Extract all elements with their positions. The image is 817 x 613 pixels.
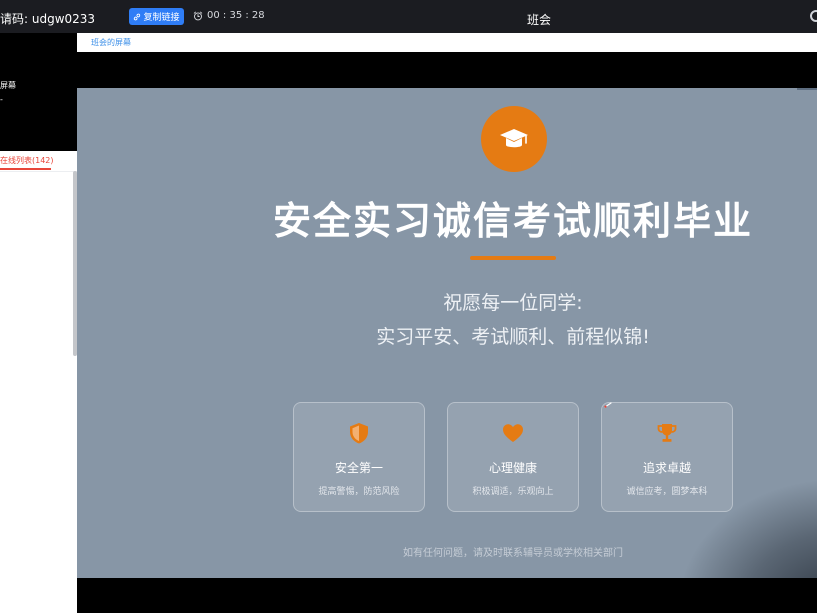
headline-underline: [470, 256, 556, 260]
graduation-cap-icon: [500, 129, 528, 148]
sidebar-dash: -: [0, 95, 3, 104]
shield-icon: [350, 423, 368, 444]
card-subtitle: 积极调适，乐观向上: [472, 487, 554, 497]
meeting-title: 班会: [526, 13, 551, 27]
sidebar-screen-label: 屏幕: [0, 81, 16, 90]
card-subtitle: 提高警惕，防范风险: [318, 487, 400, 497]
heart-icon: [503, 424, 523, 442]
card-title: 追求卓越: [642, 461, 691, 475]
record-icon[interactable]: [810, 10, 817, 22]
card-safety: 安全第一 提高警惕，防范风险: [293, 402, 425, 512]
tab-online-list[interactable]: 在线列表(142): [0, 155, 54, 166]
card-title: 安全第一: [334, 461, 383, 475]
graduation-cap-badge: [481, 106, 547, 172]
participants-sidebar: 屏幕 - 在线列表(142): [0, 33, 77, 613]
card-excellence: 追求卓越 诚信应考，圆梦本科: [601, 402, 733, 512]
sidebar-video-preview[interactable]: 屏幕 -: [0, 33, 77, 151]
shared-slide: 安全实习诚信考试顺利毕业 祝愿每一位同学: 实习平安、考试顺利、前程似锦! 安全…: [77, 88, 817, 578]
trophy-icon: [657, 424, 677, 442]
slide-headline: 安全实习诚信考试顺利毕业: [272, 199, 753, 243]
wish-line-2: 实习平安、考试顺利、前程似锦!: [376, 326, 650, 348]
card-mental-health: 心理健康 积极调适，乐观向上: [447, 402, 579, 512]
slide-top-strip: [797, 88, 817, 90]
shared-screen-tab-bar: 班会的屏幕: [77, 33, 817, 52]
wish-line-1: 祝愿每一位同学:: [443, 292, 583, 314]
slide-footnote: 如有任何问题，请及时联系辅导员或学校相关部门: [403, 548, 623, 559]
sidebar-divider: [0, 171, 77, 172]
tab-shared-screen[interactable]: 班会的屏幕: [91, 37, 131, 48]
annotation-pen-icon: [604, 402, 612, 408]
card-title: 心理健康: [488, 461, 537, 475]
top-bar: 请码: udgw0233 复制链接 00 : 35 : 28 班会: [0, 0, 817, 33]
card-subtitle: 诚信应考，圆梦本科: [626, 487, 708, 497]
active-tab-underline: [0, 168, 51, 170]
